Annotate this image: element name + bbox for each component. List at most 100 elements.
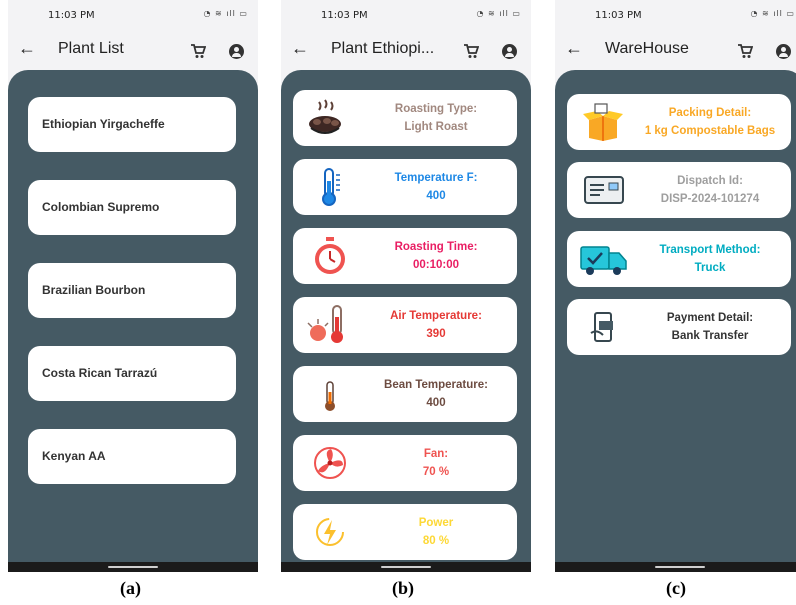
home-indicator[interactable] <box>555 562 796 572</box>
status-icons: ◔ ≋ ıll ▭ <box>476 9 521 18</box>
card-value: Truck <box>694 262 726 274</box>
card-label: Roasting Time: <box>394 241 478 253</box>
list-item-label: Kenyan AA <box>42 449 106 463</box>
card-text: Bean Temperature: 400 <box>359 376 513 412</box>
card-label: Power <box>418 517 454 529</box>
payment-detail-card: Payment Detail: Bank Transfer <box>567 299 791 355</box>
dispatch-id-card: Dispatch Id: DISP-2024-101274 <box>567 162 791 218</box>
card-label: Transport Method: <box>659 244 761 256</box>
phone-screen-plant-list: 11:03 PM ◔ ≋ ıll ▭ ← Plant List Ethiopia… <box>8 0 258 572</box>
back-arrow-icon[interactable]: ← <box>565 38 583 59</box>
list-item[interactable]: Costa Rican Tarrazú <box>28 346 236 401</box>
account-icon[interactable] <box>229 44 244 59</box>
list-item-label: Ethiopian Yirgacheffe <box>42 117 165 131</box>
home-indicator[interactable] <box>8 562 258 572</box>
card-label: Payment Detail: <box>666 312 754 324</box>
coffee-beans-icon <box>309 99 341 134</box>
back-arrow-icon[interactable]: ← <box>291 38 309 59</box>
list-item-label: Brazilian Bourbon <box>42 283 146 297</box>
content-panel: Packing Detail: 1 kg Compostable Bags Di… <box>555 70 796 568</box>
hot-thermometer-icon <box>307 305 343 343</box>
status-time: 11:03 PM <box>48 10 95 21</box>
app-bar: ← Plant List <box>8 34 258 70</box>
card-text: Roasting Type: Light Roast <box>359 100 513 136</box>
app-bar: ← Plant Ethiopi... <box>281 34 531 70</box>
bean-temperature-card: Bean Temperature: 400 <box>293 366 517 422</box>
id-card-icon <box>584 176 624 204</box>
transport-method-card: Transport Method: Truck <box>567 231 791 287</box>
content-panel: Roasting Type: Light Roast Temperature F… <box>281 70 531 568</box>
card-label: Bean Temperature: <box>384 379 488 391</box>
card-value: Light Roast <box>404 121 468 133</box>
roasting-type-card: Roasting Type: Light Roast <box>293 90 517 146</box>
card-value: DISP-2024-101274 <box>660 193 760 205</box>
stopwatch-icon <box>315 237 345 274</box>
status-bar: 11:03 PM ◔ ≋ ıll ▭ <box>8 6 258 26</box>
phone-screen-warehouse: 11:03 PM ◔ ≋ ıll ▭ ← WareHouse Packing D… <box>555 0 796 572</box>
status-icons: ◔ ≋ ıll ▭ <box>750 9 795 18</box>
card-label: Packing Detail: <box>668 107 752 119</box>
account-icon[interactable] <box>502 44 517 59</box>
app-bar: ← WareHouse <box>555 34 796 70</box>
thermometer-icon <box>322 168 340 206</box>
list-item[interactable]: Kenyan AA <box>28 429 236 484</box>
card-value: 70 % <box>422 466 450 478</box>
home-indicator[interactable] <box>281 562 531 572</box>
card-text: Transport Method: Truck <box>633 241 787 277</box>
list-item-label: Colombian Supremo <box>42 200 160 214</box>
page-title: Plant Ethiopi... <box>331 40 435 57</box>
card-text: Payment Detail: Bank Transfer <box>633 309 787 345</box>
truck-icon <box>580 246 627 275</box>
status-time: 11:03 PM <box>321 10 368 21</box>
card-label: Air Temperature: <box>390 310 482 322</box>
card-text: Air Temperature: 390 <box>359 307 513 343</box>
content-panel: Ethiopian Yirgacheffe Colombian Supremo … <box>8 70 258 568</box>
card-text: Temperature F: 400 <box>359 169 513 205</box>
list-item-label: Costa Rican Tarrazú <box>42 366 158 380</box>
page-title: WareHouse <box>605 40 689 57</box>
card-value: 1 kg Compostable Bags <box>644 125 776 137</box>
phone-screen-plant-detail: 11:03 PM ◔ ≋ ıll ▭ ← Plant Ethiopi... Ro… <box>281 0 531 572</box>
cart-icon[interactable] <box>190 44 206 59</box>
cart-icon[interactable] <box>463 44 479 59</box>
card-text: Packing Detail: 1 kg Compostable Bags <box>633 104 787 140</box>
package-icon <box>583 103 623 141</box>
status-time: 11:03 PM <box>595 10 642 21</box>
fan-card: Fan: 70 % <box>293 435 517 491</box>
status-icons: ◔ ≋ ıll ▭ <box>203 9 248 18</box>
card-value: 00:10:00 <box>412 259 460 271</box>
card-value: 400 <box>426 397 446 409</box>
temperature-card: Temperature F: 400 <box>293 159 517 215</box>
card-label: Fan: <box>423 448 449 460</box>
card-value: 400 <box>426 190 446 202</box>
card-text: Fan: 70 % <box>359 445 513 481</box>
packing-detail-card: Packing Detail: 1 kg Compostable Bags <box>567 94 791 150</box>
back-arrow-icon[interactable]: ← <box>18 38 36 59</box>
cart-icon[interactable] <box>737 44 753 59</box>
card-value: Bank Transfer <box>671 330 749 342</box>
card-label: Dispatch Id: <box>677 175 743 187</box>
lightning-icon <box>316 518 344 546</box>
list-item[interactable]: Colombian Supremo <box>28 180 236 235</box>
card-label: Roasting Type: <box>394 103 478 115</box>
card-value: 390 <box>426 328 446 340</box>
power-card: Power 80 % <box>293 504 517 560</box>
status-bar: 11:03 PM ◔ ≋ ıll ▭ <box>555 6 796 26</box>
roasting-time-card: Roasting Time: 00:10:00 <box>293 228 517 284</box>
small-thermometer-icon <box>325 381 335 411</box>
card-text: Power 80 % <box>359 514 513 550</box>
list-item[interactable]: Brazilian Bourbon <box>28 263 236 318</box>
status-bar: 11:03 PM ◔ ≋ ıll ▭ <box>281 6 531 26</box>
caption-c: (c) <box>666 578 686 598</box>
card-label: Temperature F: <box>394 172 478 184</box>
air-temperature-card: Air Temperature: 390 <box>293 297 517 353</box>
page-title: Plant List <box>58 40 124 57</box>
card-text: Roasting Time: 00:10:00 <box>359 238 513 274</box>
caption-a: (a) <box>120 578 141 598</box>
fan-icon <box>314 447 346 479</box>
mobile-payment-icon <box>590 312 613 342</box>
list-item[interactable]: Ethiopian Yirgacheffe <box>28 97 236 152</box>
card-value: 80 % <box>422 535 450 547</box>
card-text: Dispatch Id: DISP-2024-101274 <box>633 172 787 208</box>
account-icon[interactable] <box>776 44 791 59</box>
